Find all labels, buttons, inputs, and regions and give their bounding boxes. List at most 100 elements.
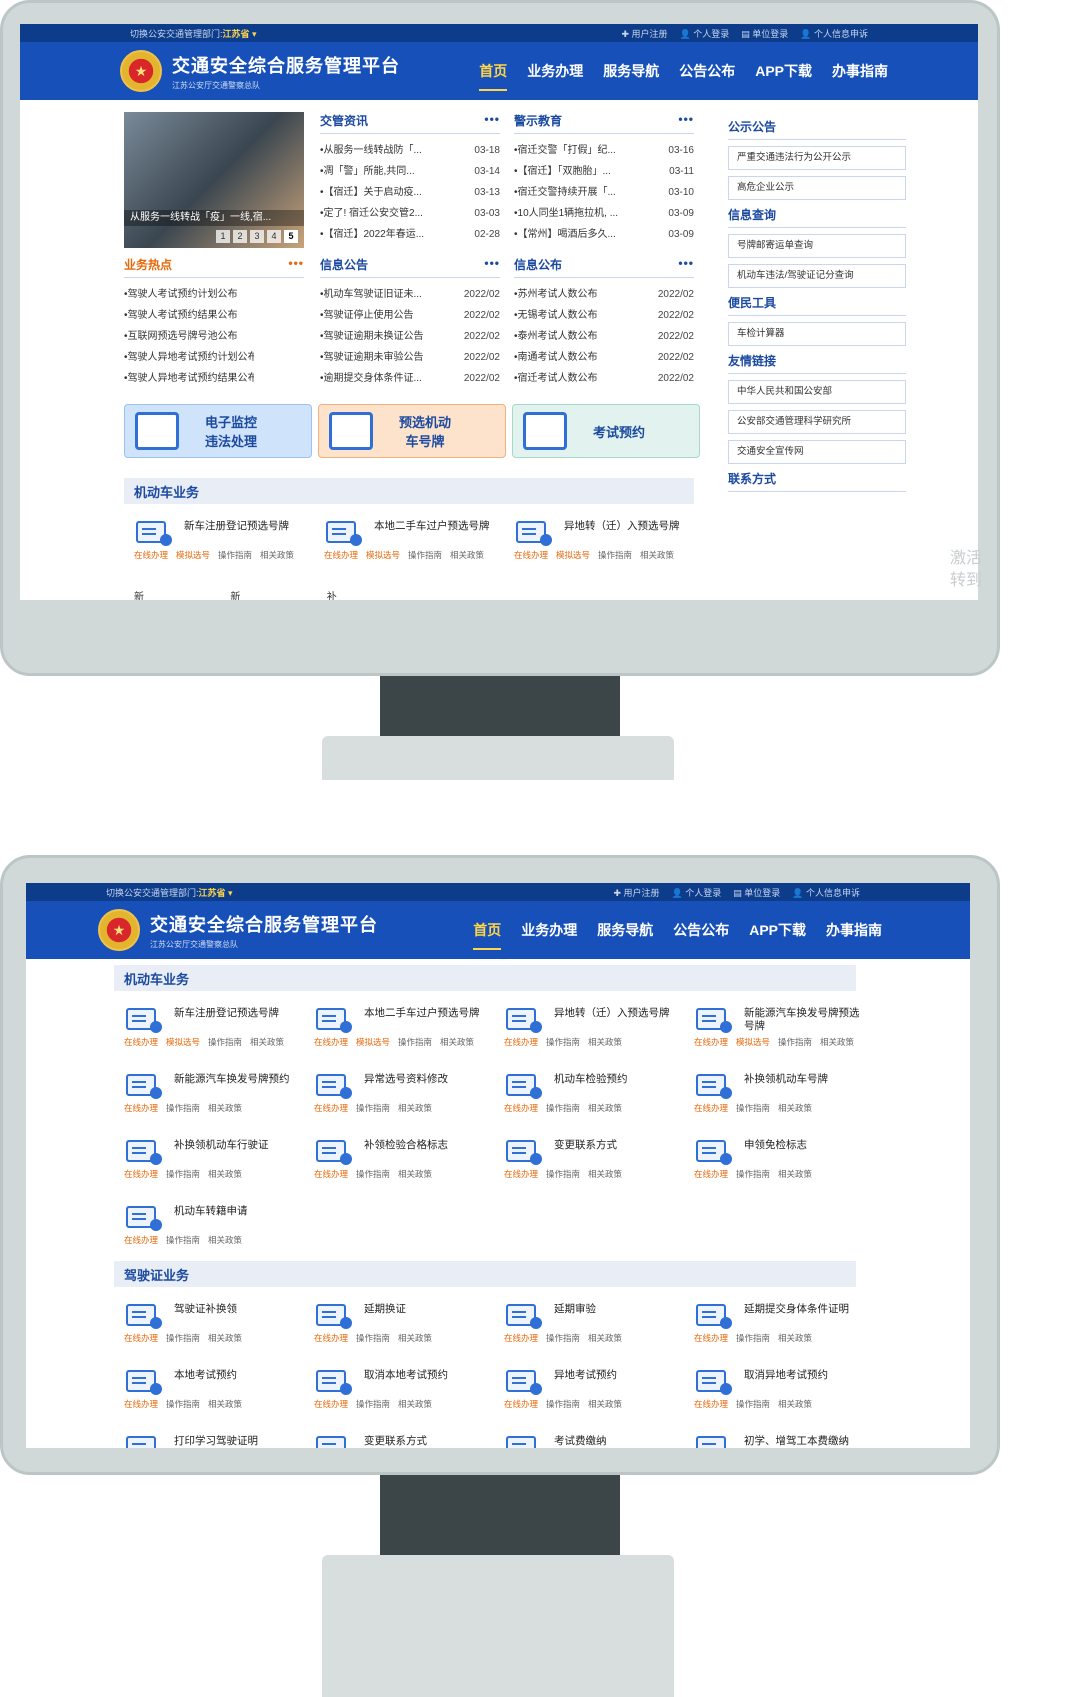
service-action-link[interactable]: 模拟选号 — [556, 549, 590, 561]
news-item-title[interactable]: •机动车驾驶证旧证未... — [320, 284, 450, 305]
banner-page-dot[interactable]: 5 — [284, 230, 298, 243]
news-item-title[interactable]: •定了! 宿迁公安交管2... — [320, 203, 450, 224]
news-item-title[interactable]: •无锡考试人数公布 — [514, 305, 644, 326]
service-item[interactable]: 取消异地考试预约 在线办理 操作指南 相关政策 — [694, 1367, 884, 1411]
service-action-link[interactable]: 操作指南 — [736, 1168, 770, 1180]
service-action-link[interactable]: 在线办理 — [504, 1398, 538, 1410]
service-item[interactable]: 机动车转籍申请 在线办理 操作指南 相关政策 — [124, 1203, 314, 1247]
more-icon[interactable]: ••• — [484, 256, 500, 273]
side-link[interactable]: 机动车违法/驾驶证记分查询 — [728, 264, 906, 288]
news-item-title[interactable]: •【宿迁】2022年春运... — [320, 224, 450, 245]
service-action-link[interactable]: 操作指南 — [778, 1036, 812, 1048]
service-action-link[interactable]: 在线办理 — [504, 1332, 538, 1344]
service-name[interactable]: 补换领机动车号牌 — [327, 588, 337, 600]
news-item-title[interactable]: •驾驶人考试预约计划公布 — [124, 284, 254, 305]
service-name[interactable]: 新能源汽车换发号... — [134, 588, 152, 600]
service-name[interactable]: 本地二手车过户预选号牌 — [364, 1005, 484, 1020]
nav-item[interactable]: 首页 — [473, 914, 502, 950]
news-item[interactable]: •驾驶人考试预约计划公布 — [124, 284, 304, 305]
service-item[interactable]: 变更联系方式在线办理操作指南相关政策 — [314, 1433, 504, 1448]
service-action-link[interactable]: 相关政策 — [208, 1168, 242, 1180]
news-item[interactable]: •机动车驾驶证旧证未... 2022/02 — [320, 284, 500, 305]
service-action-link[interactable]: 相关政策 — [208, 1398, 242, 1410]
service-name[interactable]: 新能源汽车换发号... — [230, 588, 248, 600]
service-action-link[interactable]: 相关政策 — [398, 1102, 432, 1114]
quick-violation[interactable]: 电子监控 违法处理 — [124, 404, 312, 458]
side-link[interactable]: 中华人民共和国公安部 — [728, 380, 906, 404]
service-item[interactable]: 异常选号资料修改 在线办理 操作指南 相关政策 — [314, 1071, 504, 1115]
news-item[interactable]: •逾期提交身体条件证... 2022/02 — [320, 368, 500, 389]
banner-page-dot[interactable]: 1 — [216, 230, 230, 243]
service-name[interactable]: 取消本地考试预约 — [364, 1367, 484, 1382]
news-item[interactable]: •驾驶人异地考试预约计划公布 — [124, 347, 304, 368]
topbar-link[interactable]: ▤ 单位登录 — [741, 27, 788, 40]
service-item[interactable]: 异地转（迁）入预选号牌 在线办理 模拟选号 操作指南 相关政策 — [514, 518, 704, 562]
nav-item[interactable]: 服务导航 — [597, 914, 653, 946]
service-item[interactable]: 新能源汽车换发号牌预选号牌 在线办理 模拟选号 操作指南 相关政策 — [694, 1005, 884, 1049]
service-name[interactable]: 新车注册登记预选号牌 — [184, 518, 304, 533]
news-item[interactable]: •驾驶证逾期未换证公告 2022/02 — [320, 326, 500, 347]
service-item[interactable]: 延期提交身体条件证明 在线办理 操作指南 相关政策 — [694, 1301, 884, 1345]
topbar-link[interactable]: ▤ 单位登录 — [733, 886, 780, 899]
service-name[interactable]: 异地转（迁）入预选号牌 — [554, 1005, 674, 1020]
service-action-link[interactable]: 相关政策 — [588, 1398, 622, 1410]
service-action-link[interactable]: 操作指南 — [736, 1398, 770, 1410]
service-action-link[interactable]: 相关政策 — [588, 1102, 622, 1114]
news-item[interactable]: •从服务一线转战防「... 03-18 — [320, 140, 500, 161]
service-item[interactable]: 异地考试预约 在线办理 操作指南 相关政策 — [504, 1367, 694, 1411]
news-item[interactable]: •驾驶人异地考试预约结果公布 — [124, 368, 304, 389]
news-banner[interactable]: 从服务一线转战「疫」一线,宿... 12345 — [124, 112, 304, 248]
service-action-link[interactable]: 操作指南 — [546, 1102, 580, 1114]
service-name[interactable]: 打印学习驾驶证明 — [174, 1433, 294, 1448]
news-item[interactable]: •宿迁交警持续开展「... 03-10 — [514, 182, 694, 203]
service-item[interactable]: 新能源汽车换发号牌预约 在线办理 操作指南 相关政策 — [124, 1071, 314, 1115]
service-action-link[interactable]: 在线办理 — [694, 1398, 728, 1410]
service-action-link[interactable]: 相关政策 — [208, 1234, 242, 1246]
service-action-link[interactable]: 操作指南 — [546, 1036, 580, 1048]
news-item[interactable]: •凋「警」所能,共同... 03-14 — [320, 161, 500, 182]
service-action-link[interactable]: 在线办理 — [314, 1036, 348, 1048]
service-action-link[interactable]: 在线办理 — [314, 1168, 348, 1180]
service-action-link[interactable]: 操作指南 — [546, 1168, 580, 1180]
service-name[interactable]: 本地考试预约 — [174, 1367, 294, 1382]
service-item[interactable]: 变更联系方式在线办理操作指南相关政策 — [504, 1137, 694, 1181]
service-name[interactable]: 新能源汽车换发号牌预选号牌 — [744, 1005, 864, 1033]
more-icon[interactable]: ••• — [484, 112, 500, 129]
news-item-title[interactable]: •南通考试人数公布 — [514, 347, 644, 368]
service-item[interactable]: 申领免检标志 在线办理 操作指南 相关政策 — [694, 1137, 884, 1181]
service-action-link[interactable]: 在线办理 — [124, 1234, 158, 1246]
more-icon[interactable]: ••• — [288, 256, 304, 273]
service-action-link[interactable]: 相关政策 — [208, 1102, 242, 1114]
news-item[interactable]: •宿迁交警「打假」纪... 03-16 — [514, 140, 694, 161]
service-name[interactable]: 变更联系方式 — [554, 1137, 674, 1152]
service-item[interactable]: 本地二手车过户预选号牌 在线办理 模拟选号 操作指南 相关政策 — [314, 1005, 504, 1049]
service-item[interactable]: 新车注册登记预选号牌 在线办理 模拟选号 操作指南 相关政策 — [124, 1005, 314, 1049]
service-action-link[interactable]: 操作指南 — [736, 1332, 770, 1344]
service-action-link[interactable]: 相关政策 — [398, 1332, 432, 1344]
side-link[interactable]: 车检计算器 — [728, 322, 906, 346]
news-item[interactable]: •10人同坐1辆拖拉机, ... 03-09 — [514, 203, 694, 224]
side-link[interactable]: 交通安全宣传网 — [728, 440, 906, 464]
topbar-link[interactable]: 👤 个人登录 — [672, 886, 722, 899]
service-name[interactable]: 申领免检标志 — [744, 1137, 864, 1152]
service-action-link[interactable]: 操作指南 — [208, 1036, 242, 1048]
service-action-link[interactable]: 模拟选号 — [356, 1036, 390, 1048]
service-action-link[interactable]: 相关政策 — [398, 1398, 432, 1410]
side-link[interactable]: 高危企业公示 — [728, 176, 906, 200]
nav-item[interactable]: 公告公布 — [679, 55, 735, 87]
service-name[interactable]: 驾驶证补换领 — [174, 1301, 294, 1316]
nav-item[interactable]: APP下载 — [755, 55, 812, 87]
service-name[interactable]: 异地转（迁）入预选号牌 — [564, 518, 684, 533]
topbar-link[interactable]: 👤 个人信息申诉 — [800, 27, 868, 40]
news-item-title[interactable]: •【宿迁】「双胞胎」... — [514, 161, 644, 182]
nav-item[interactable]: 首页 — [479, 55, 508, 91]
service-action-link[interactable]: 相关政策 — [588, 1332, 622, 1344]
service-item[interactable]: 初学、增驾工本费缴纳在线办理操作指南相关政策 — [694, 1433, 884, 1448]
service-item[interactable]: 驾驶证补换领 在线办理 操作指南 相关政策 — [124, 1301, 314, 1345]
service-action-link[interactable]: 操作指南 — [356, 1332, 390, 1344]
service-action-link[interactable]: 相关政策 — [778, 1398, 812, 1410]
service-action-link[interactable]: 相关政策 — [398, 1168, 432, 1180]
service-action-link[interactable]: 相关政策 — [588, 1036, 622, 1048]
side-link[interactable]: 号牌邮寄运单查询 — [728, 234, 906, 258]
news-item-title[interactable]: •从服务一线转战防「... — [320, 140, 450, 161]
